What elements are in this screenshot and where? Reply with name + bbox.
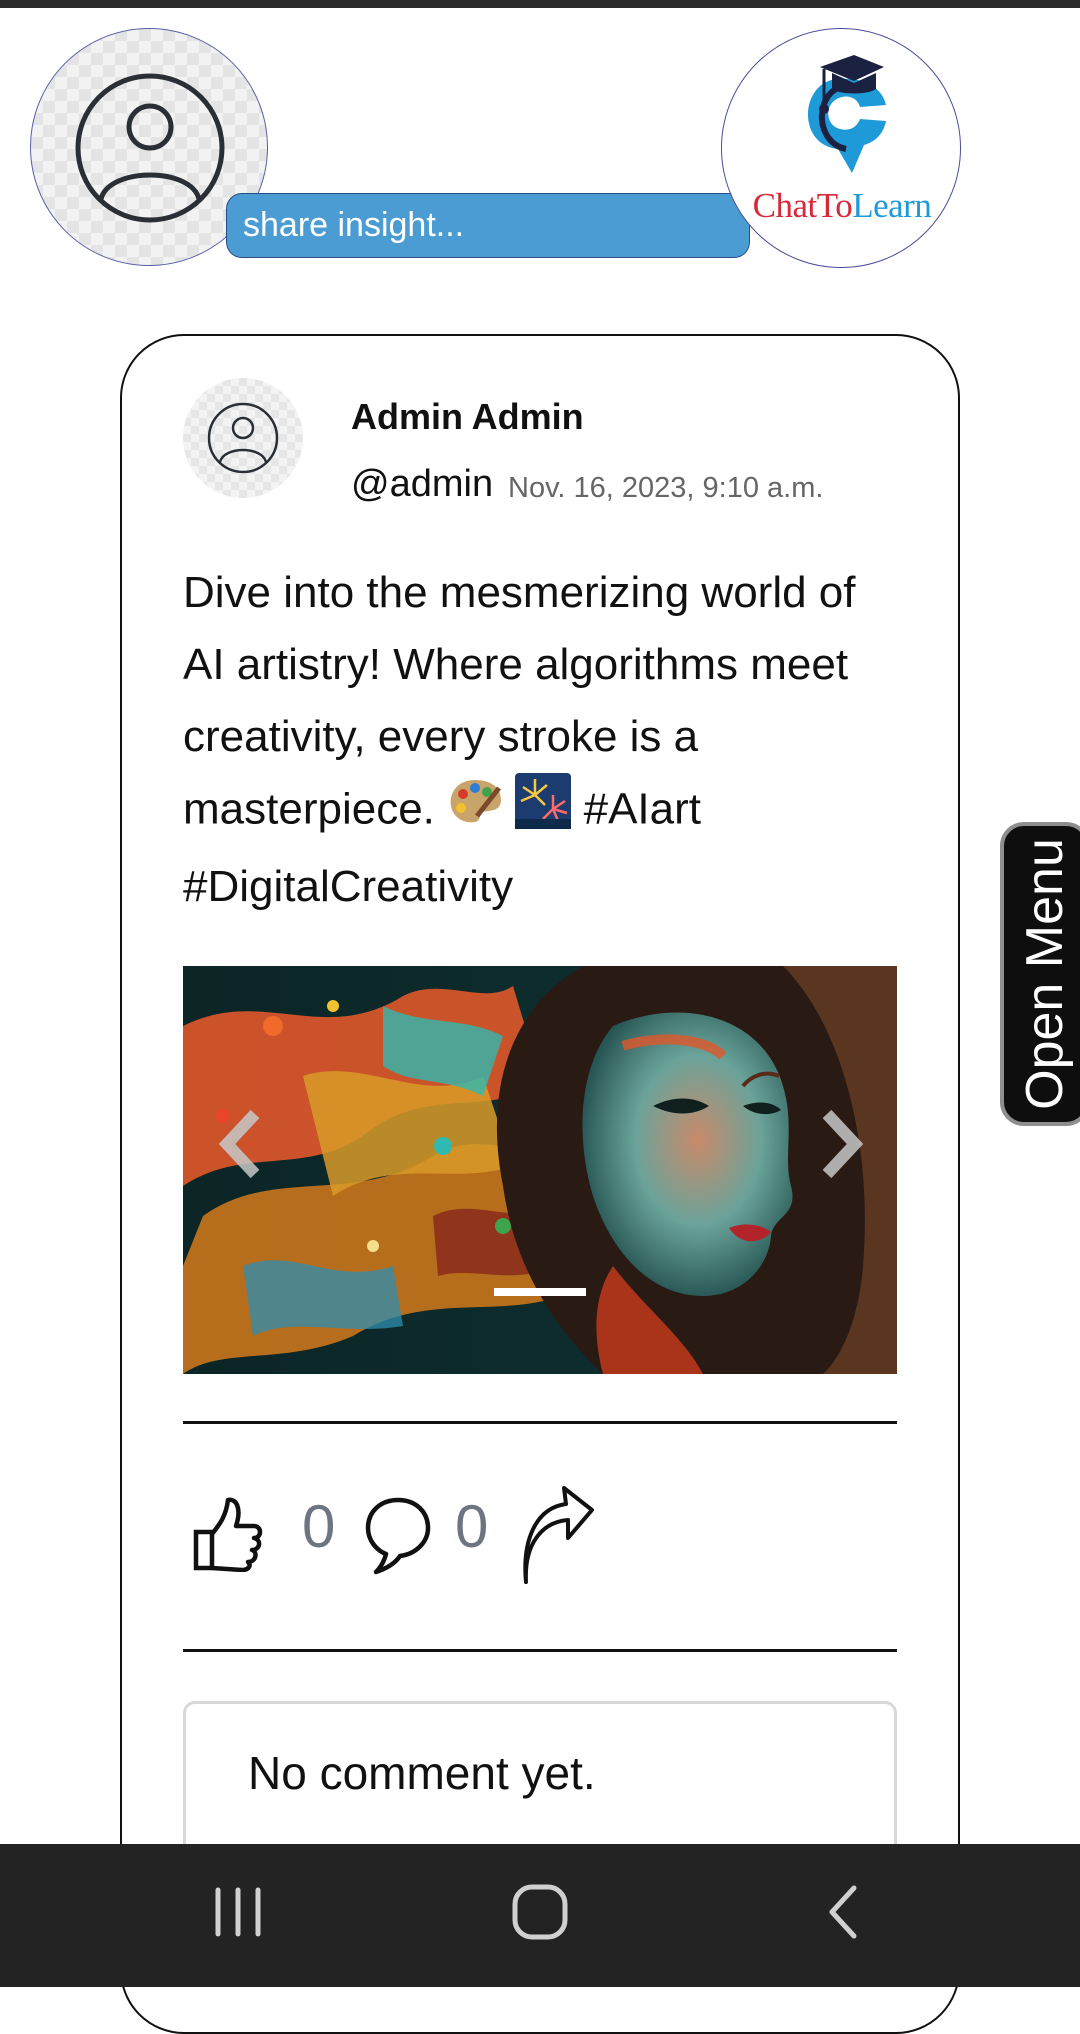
- post-author-handle[interactable]: @admin: [351, 463, 493, 506]
- comment-count: 0: [455, 1493, 489, 1560]
- home-icon[interactable]: [510, 1870, 570, 1954]
- fireworks-icon: [515, 773, 572, 851]
- open-menu-button[interactable]: Open Menu: [1000, 822, 1080, 1126]
- post-author-name[interactable]: Admin Admin: [351, 396, 584, 438]
- back-icon[interactable]: [820, 1870, 870, 1954]
- graduation-cap-c-icon: [807, 55, 886, 173]
- divider-top: [183, 1421, 897, 1424]
- system-navigation-bar: [0, 1844, 1080, 1987]
- no-comment-text: No comment yet.: [248, 1747, 596, 1799]
- logo-text: ChatToLearn: [752, 186, 932, 225]
- share-arrow-icon[interactable]: [518, 1484, 596, 1586]
- like-thumbs-up-icon[interactable]: [190, 1494, 264, 1572]
- previous-image-chevron-icon[interactable]: [211, 1104, 271, 1184]
- post-timestamp: Nov. 16, 2023, 9:10 a.m.: [508, 472, 824, 504]
- post-text: Dive into the mesmerizing world of AI ar…: [183, 557, 903, 923]
- artist-palette-icon: [447, 776, 503, 848]
- like-count: 0: [302, 1493, 336, 1560]
- user-icon: [207, 402, 279, 474]
- post-author-avatar[interactable]: [183, 378, 303, 498]
- recent-apps-icon[interactable]: [210, 1870, 266, 1954]
- status-strip: [0, 0, 1080, 8]
- chattolearn-logo[interactable]: ChatToLearn: [721, 28, 961, 268]
- share-insight-input[interactable]: share insight...: [226, 193, 750, 258]
- user-icon: [75, 73, 225, 223]
- post-image-carousel[interactable]: [183, 966, 897, 1374]
- open-menu-label: Open Menu: [1016, 838, 1074, 1110]
- ai-art-image: [183, 966, 897, 1374]
- divider-bottom: [183, 1649, 897, 1652]
- next-image-chevron-icon[interactable]: [811, 1104, 871, 1184]
- comment-bubble-icon[interactable]: [364, 1494, 432, 1576]
- carousel-indicator-active[interactable]: [494, 1288, 586, 1296]
